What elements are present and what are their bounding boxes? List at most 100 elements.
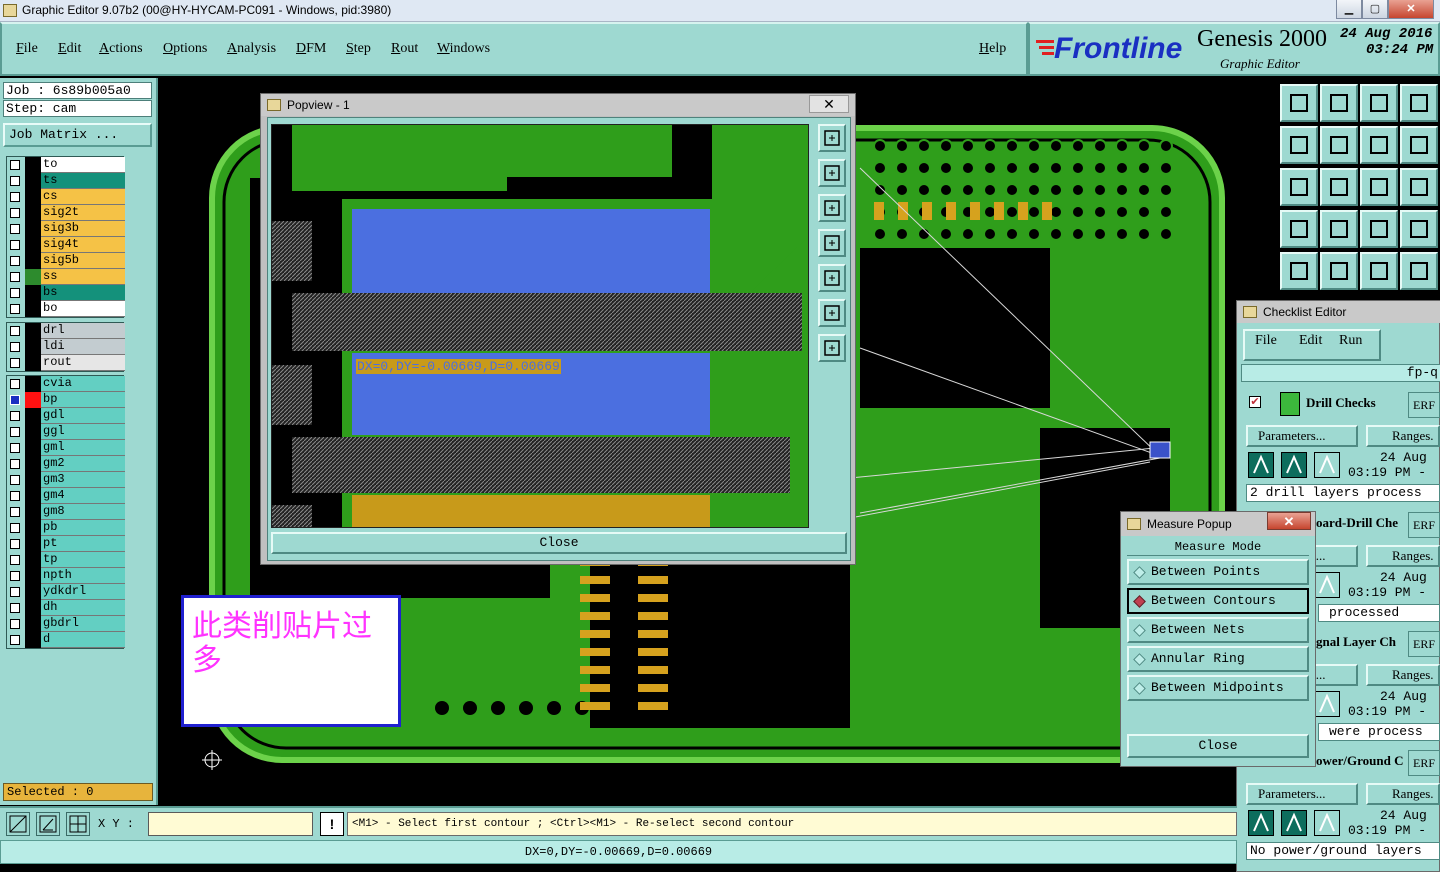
layer-color-swatch[interactable]	[25, 173, 41, 189]
layer-checkbox[interactable]	[10, 603, 20, 613]
layer-row[interactable]: ggl	[7, 424, 125, 440]
drill-checks-checkbox[interactable]: ✔	[1249, 396, 1261, 408]
layer-color-swatch[interactable]	[25, 472, 41, 488]
snap-pad-icon[interactable]	[1280, 252, 1318, 290]
layer-row[interactable]: to	[7, 157, 125, 173]
layer-row[interactable]: sig2t	[7, 205, 125, 221]
run-check-icon[interactable]	[1248, 810, 1274, 836]
layer-row[interactable]: ss	[7, 269, 125, 285]
zoom-center-icon[interactable]	[1280, 168, 1318, 206]
layer-checkbox[interactable]	[10, 587, 20, 597]
layer-name[interactable]: gdl	[41, 408, 125, 424]
zoom-extents-icon[interactable]	[818, 334, 846, 362]
menu-file[interactable]: File	[16, 41, 38, 57]
home-icon[interactable]	[1280, 84, 1318, 122]
layer-color-swatch[interactable]	[25, 504, 41, 520]
ranges-button[interactable]: Ranges.	[1366, 664, 1440, 686]
layer-color-swatch[interactable]	[25, 488, 41, 504]
layer-name[interactable]: gm8	[41, 504, 125, 520]
right-icon[interactable]	[1320, 126, 1358, 164]
checklist-item-name[interactable]: Drill Checks	[1306, 395, 1376, 411]
ratio-icon[interactable]	[1360, 168, 1398, 206]
layer-name[interactable]: pt	[41, 536, 125, 552]
rotate-icon[interactable]	[1360, 126, 1398, 164]
layer-name[interactable]: ts	[41, 173, 125, 189]
run-check-icon[interactable]	[1281, 810, 1307, 836]
layer-name[interactable]: gm4	[41, 488, 125, 504]
layer-color-swatch[interactable]	[25, 424, 41, 440]
layer-checkbox[interactable]	[10, 475, 20, 485]
layer-row[interactable]: bo	[7, 301, 125, 317]
zoom-out-icon[interactable]	[818, 194, 846, 222]
measure-option-between-contours[interactable]: Between Contours	[1127, 588, 1309, 614]
job-matrix-button[interactable]: Job Matrix ...	[3, 123, 152, 147]
layer-row[interactable]: sig4t	[7, 237, 125, 253]
layer-name[interactable]: rout	[41, 355, 125, 371]
layer-checkbox[interactable]	[10, 326, 20, 336]
measure-option-between-nets[interactable]: Between Nets	[1127, 617, 1309, 643]
layer-row[interactable]: gm2	[7, 456, 125, 472]
maximize-button[interactable]: ▢	[1362, 0, 1388, 19]
layer-color-swatch[interactable]	[25, 584, 41, 600]
ruler-icon[interactable]	[1360, 252, 1398, 290]
minimize-button[interactable]: ▁	[1336, 0, 1362, 19]
ranges-button[interactable]: Ranges.	[1366, 545, 1440, 567]
layer-color-swatch[interactable]	[25, 221, 41, 237]
layer-row[interactable]: tp	[7, 552, 125, 568]
layer-checkbox[interactable]	[10, 523, 20, 533]
layer-row[interactable]: pt	[7, 536, 125, 552]
layer-color-swatch[interactable]	[25, 536, 41, 552]
record-icon[interactable]	[1400, 252, 1438, 290]
s-icon[interactable]	[1400, 126, 1438, 164]
popview-close-x-button[interactable]: ✕	[809, 95, 849, 113]
layer-name[interactable]: gml	[41, 440, 125, 456]
menu-analysis[interactable]: Analysis	[227, 41, 276, 57]
layer-color-swatch[interactable]	[25, 301, 41, 317]
layer-name[interactable]: gm3	[41, 472, 125, 488]
layer-checkbox[interactable]	[10, 459, 20, 469]
help-icon[interactable]	[1400, 168, 1438, 206]
layer-color-swatch[interactable]	[25, 600, 41, 616]
layer-color-swatch[interactable]	[25, 456, 41, 472]
layer-name[interactable]: npth	[41, 568, 125, 584]
layer-row[interactable]: cs	[7, 189, 125, 205]
layer-color-swatch[interactable]	[25, 253, 41, 269]
layer-row[interactable]: npth	[7, 568, 125, 584]
layer-color-swatch[interactable]	[25, 355, 41, 371]
layer-row[interactable]: gm4	[7, 488, 125, 504]
layer-color-swatch[interactable]	[25, 376, 41, 392]
layer-color-swatch[interactable]	[25, 632, 41, 648]
erf-button[interactable]: ERF	[1408, 631, 1440, 657]
menu-actions[interactable]: Actions	[99, 41, 143, 57]
grid-view-icon[interactable]	[1320, 210, 1358, 248]
xy-input[interactable]	[148, 812, 313, 836]
layer-row[interactable]: dh	[7, 600, 125, 616]
layer-name[interactable]: ldi	[41, 339, 125, 355]
zoom-in-icon[interactable]	[818, 159, 846, 187]
layer-name[interactable]: sig2t	[41, 205, 125, 221]
layer-checkbox[interactable]	[10, 272, 20, 282]
layer-row[interactable]: d	[7, 632, 125, 648]
layer-name[interactable]: cvia	[41, 376, 125, 392]
layer-row[interactable]: pb	[7, 520, 125, 536]
layer-row[interactable]: sig5b	[7, 253, 125, 269]
layer-checkbox[interactable]	[10, 571, 20, 581]
layer-name[interactable]: sig3b	[41, 221, 125, 237]
erf-button[interactable]: ERF	[1408, 512, 1440, 538]
measure-close-button[interactable]: Close	[1127, 734, 1309, 758]
run-check-icon[interactable]	[1314, 452, 1340, 478]
layer-name[interactable]: ggl	[41, 424, 125, 440]
layer-name[interactable]: ydkdrl	[41, 584, 125, 600]
layer-color-swatch[interactable]	[25, 552, 41, 568]
run-check-icon[interactable]	[1248, 452, 1274, 478]
checklist-menu-file[interactable]: File	[1255, 333, 1277, 349]
layer-checkbox[interactable]	[10, 208, 20, 218]
drc-icon[interactable]	[1400, 210, 1438, 248]
menu-step[interactable]: Step	[346, 41, 371, 57]
layer-checkbox[interactable]	[10, 539, 20, 549]
layer-name[interactable]: gm2	[41, 456, 125, 472]
layer-row[interactable]: drl	[7, 323, 125, 339]
layer-color-swatch[interactable]	[25, 237, 41, 253]
layer-color-swatch[interactable]	[25, 408, 41, 424]
layer-name[interactable]: bp	[41, 392, 125, 408]
